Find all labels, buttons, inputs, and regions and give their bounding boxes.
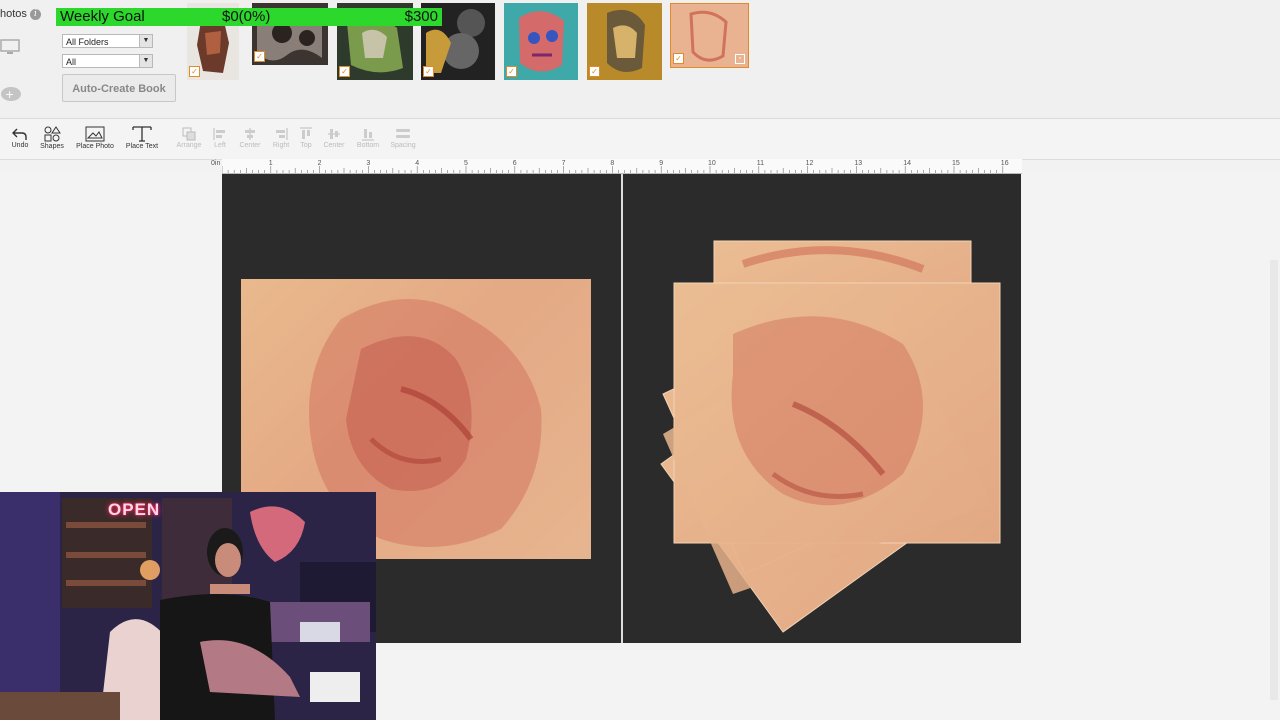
align-center-button[interactable]: Center	[237, 127, 263, 149]
photo-checkbox[interactable]: ✓	[254, 51, 265, 62]
ruler-label: 11	[756, 160, 765, 167]
align-left-label: Left	[214, 142, 226, 149]
ruler-label: 7	[561, 160, 566, 167]
vertical-scrollbar[interactable]	[1270, 260, 1278, 700]
goal-target: $300	[404, 8, 438, 25]
auto-create-book-button[interactable]: Auto-Create Book	[62, 74, 176, 102]
place-photo-button[interactable]: Place Photo	[74, 126, 116, 150]
align-bottom-icon	[362, 129, 374, 141]
align-middle-icon	[328, 129, 340, 139]
ruler-label: 12	[805, 160, 814, 167]
filter-dropdown[interactable]: All ▼	[62, 54, 153, 68]
align-top-icon	[300, 127, 312, 139]
computer-icon[interactable]	[0, 38, 22, 56]
horizontal-ruler: 0in 1 2 3 4 5 6 7 8 9 10 11 12 13 14 15 16	[211, 159, 1022, 174]
arrange-button[interactable]: Arrange	[174, 127, 204, 149]
align-top-label: Top	[300, 142, 312, 149]
align-bottom-button[interactable]: Bottom	[354, 127, 382, 149]
ruler-label: 14	[903, 160, 911, 167]
undo-icon	[12, 128, 27, 140]
ruler-label: 5	[464, 160, 468, 167]
photo-checkbox[interactable]: ✓	[339, 66, 350, 77]
shapes-label: Shapes	[40, 143, 64, 150]
right-page[interactable]	[623, 174, 1021, 643]
ruler-label: 2	[317, 160, 322, 167]
chevron-down-icon: ▼	[139, 35, 152, 47]
text-icon	[132, 126, 152, 142]
photo-thumbnail[interactable]: ✓	[504, 3, 578, 80]
align-top-button[interactable]: Top	[297, 127, 315, 149]
undo-button[interactable]: Undo	[9, 127, 31, 149]
stacked-photos[interactable]	[623, 174, 1021, 643]
align-left-button[interactable]: Left	[210, 127, 230, 149]
folder-dropdown-value: All Folders	[66, 37, 109, 47]
arrange-icon	[182, 127, 196, 141]
align-bottom-label: Bottom	[356, 142, 380, 149]
photo-thumbnail-selected[interactable]: ✓ ▫	[670, 3, 749, 68]
shapes-icon	[44, 126, 61, 142]
ruler-label: 16	[1000, 160, 1009, 167]
place-text-button[interactable]: Place Text	[123, 126, 161, 150]
photo-checkbox[interactable]: ✓	[673, 53, 684, 64]
ruler-label: 8	[610, 160, 615, 167]
folder-dropdown[interactable]: All Folders ▼	[62, 34, 153, 48]
ruler-label: 3	[366, 160, 371, 167]
place-text-label: Place Text	[125, 143, 159, 150]
photo-checkbox[interactable]: ✓	[506, 66, 517, 77]
weekly-goal-bar: Weekly Goal $0(0%) $300	[56, 8, 442, 26]
spacing-button[interactable]: Spacing	[388, 127, 418, 149]
place-photo-label: Place Photo	[76, 143, 114, 150]
align-right-icon	[276, 128, 288, 140]
goal-current: $0(0%)	[222, 8, 271, 25]
svg-text:+: +	[5, 88, 14, 101]
ruler-label: 10	[708, 160, 716, 167]
ruler-ticks	[222, 166, 1004, 173]
photo-checkbox[interactable]: ✓	[423, 66, 434, 77]
info-icon[interactable]: i	[30, 9, 41, 20]
ruler-label: 1	[268, 160, 273, 167]
spacing-label: Spacing	[390, 142, 416, 149]
photo-thumbnail[interactable]: ✓	[587, 3, 662, 80]
align-middle-label: Center	[323, 142, 345, 149]
photo-checkbox[interactable]: ✓	[589, 66, 600, 77]
align-center-label: Center	[239, 142, 261, 149]
goal-label: Weekly Goal	[60, 8, 145, 25]
open-neon-sign: OPEN	[108, 500, 161, 519]
ruler-label: 9	[659, 160, 664, 167]
webcam-overlay	[0, 492, 376, 720]
align-right-label: Right	[272, 142, 290, 149]
chevron-down-icon: ▼	[139, 55, 152, 67]
ruler-label: 4	[415, 160, 420, 167]
shapes-button[interactable]: Shapes	[38, 126, 66, 150]
spacing-icon	[396, 129, 410, 138]
image-icon	[85, 126, 105, 142]
filter-dropdown-value: All	[66, 57, 77, 67]
ruler-label: 13	[854, 160, 863, 167]
ruler-label: 6	[512, 160, 517, 167]
align-right-button[interactable]: Right	[270, 127, 292, 149]
align-middle-button[interactable]: Center	[321, 127, 347, 149]
photo-checkbox[interactable]: ✓	[189, 66, 200, 77]
align-center-icon	[245, 128, 255, 140]
ruler-label: 15	[952, 160, 960, 167]
cloud-upload-icon[interactable]: +	[0, 84, 22, 102]
ruler-label: 0in	[211, 160, 221, 167]
arrange-label: Arrange	[176, 142, 202, 149]
align-left-icon	[213, 128, 225, 140]
trash-icon[interactable]: ▫	[735, 54, 745, 64]
undo-label: Undo	[11, 142, 29, 149]
photos-panel-title: hotos	[0, 8, 27, 20]
